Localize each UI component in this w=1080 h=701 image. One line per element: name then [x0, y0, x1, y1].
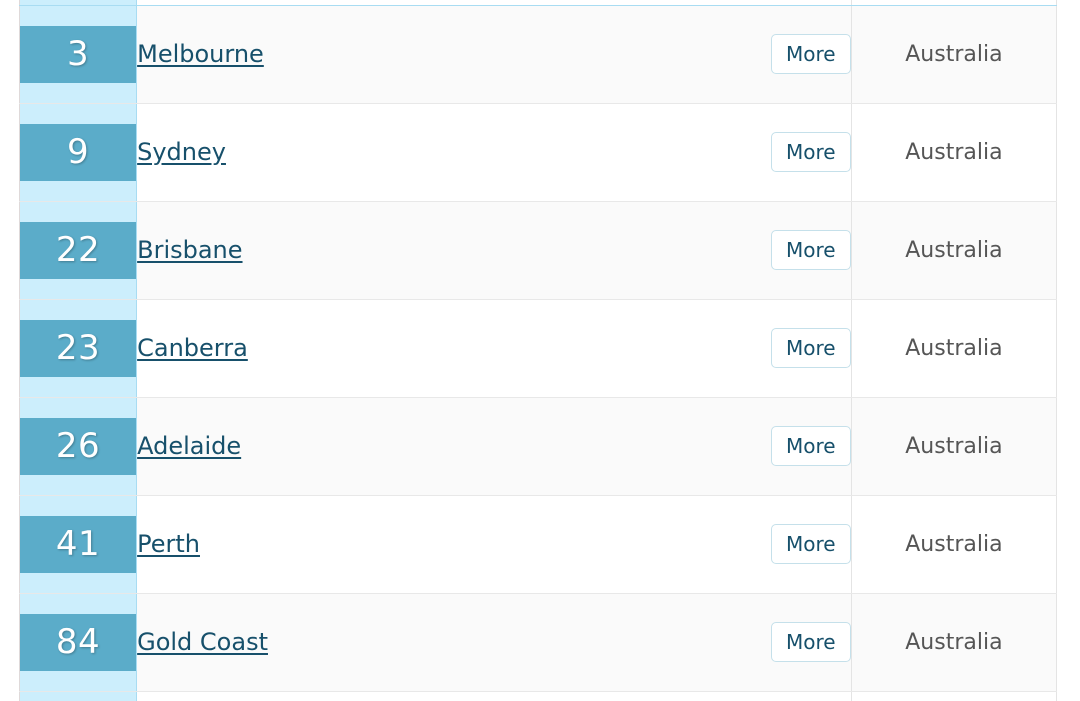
rank-cell: 41 — [19, 495, 138, 594]
table-row: 22 Brisbane More Australia — [19, 201, 1057, 300]
table-row: 3 Melbourne More Australia — [19, 5, 1057, 104]
rank-cell: 9 — [19, 103, 138, 202]
table-row: 84 Gold Coast More Australia — [19, 593, 1057, 692]
country-cell: Australia — [851, 5, 1057, 104]
rank-badge: 9 — [20, 123, 137, 181]
more-button[interactable]: More — [770, 622, 851, 662]
city-cell: Brisbane More — [136, 201, 852, 300]
city-cell-content: Brisbane More — [137, 230, 851, 270]
city-cell-content: Canberra More — [137, 328, 851, 368]
city-link[interactable]: Sydney — [137, 138, 226, 166]
country-cell: Australia — [851, 299, 1057, 398]
rank-cell: 84 — [19, 593, 138, 692]
table-row: 97NewcastleMoreAustralia — [19, 691, 1057, 701]
more-button[interactable]: More — [770, 132, 851, 172]
city-cell: Melbourne More — [136, 5, 852, 104]
country-cell: Australia — [851, 201, 1057, 300]
more-button[interactable]: More — [770, 524, 851, 564]
table-row: 9 Sydney More Australia — [19, 103, 1057, 202]
rank-badge: 22 — [20, 221, 137, 279]
city-cell-content: Gold Coast More — [137, 622, 851, 662]
city-cell-content: Perth More — [137, 524, 851, 564]
city-link[interactable]: Brisbane — [137, 236, 242, 264]
city-ranking-table: 68HobartMoreAustralia3MelbourneMoreAustr… — [19, 0, 1057, 701]
table-row: 41 Perth More Australia — [19, 495, 1057, 594]
country-cell: Australia — [851, 593, 1057, 692]
city-cell-content: Adelaide More — [137, 426, 851, 466]
city-cell: NewcastleMore — [136, 691, 852, 701]
city-cell: Gold Coast More — [136, 593, 852, 692]
city-link[interactable]: Melbourne — [137, 40, 264, 68]
rank-badge: 41 — [20, 515, 137, 573]
city-link[interactable]: Perth — [137, 530, 200, 558]
city-cell-content: Sydney More — [137, 132, 851, 172]
more-button[interactable]: More — [770, 230, 851, 270]
rank-cell: 97 — [19, 691, 138, 701]
country-cell: Australia — [851, 397, 1057, 496]
country-cell: Australia — [851, 103, 1057, 202]
more-button[interactable]: More — [770, 34, 851, 74]
rank-badge: 23 — [20, 319, 137, 377]
city-cell: Canberra More — [136, 299, 852, 398]
city-cell: Adelaide More — [136, 397, 852, 496]
rank-badge: 84 — [20, 613, 137, 671]
city-cell-content: Melbourne More — [137, 34, 851, 74]
rank-badge: 3 — [20, 25, 137, 83]
table-body: 68HobartMoreAustralia3MelbourneMoreAustr… — [19, 0, 1057, 701]
country-cell: Australia — [851, 495, 1057, 594]
city-cell: Sydney More — [136, 103, 852, 202]
table-top-edge — [19, 5, 1057, 6]
city-link[interactable]: Adelaide — [137, 432, 241, 460]
table-viewport: 68HobartMoreAustralia3MelbourneMoreAustr… — [0, 0, 1080, 701]
ranking-table-wrapper: 68HobartMoreAustralia3MelbourneMoreAustr… — [19, 0, 1057, 701]
more-button[interactable]: More — [770, 328, 851, 368]
rank-cell: 26 — [19, 397, 138, 496]
rank-cell: 22 — [19, 201, 138, 300]
table-row: 26 Adelaide More Australia — [19, 397, 1057, 496]
city-link[interactable]: Gold Coast — [137, 628, 268, 656]
table-row: 23 Canberra More Australia — [19, 299, 1057, 398]
more-button[interactable]: More — [770, 426, 851, 466]
city-cell: Perth More — [136, 495, 852, 594]
country-cell: Australia — [851, 691, 1057, 701]
rank-cell: 3 — [19, 5, 138, 104]
rank-cell: 23 — [19, 299, 138, 398]
rank-badge: 26 — [20, 417, 137, 475]
city-link[interactable]: Canberra — [137, 334, 248, 362]
